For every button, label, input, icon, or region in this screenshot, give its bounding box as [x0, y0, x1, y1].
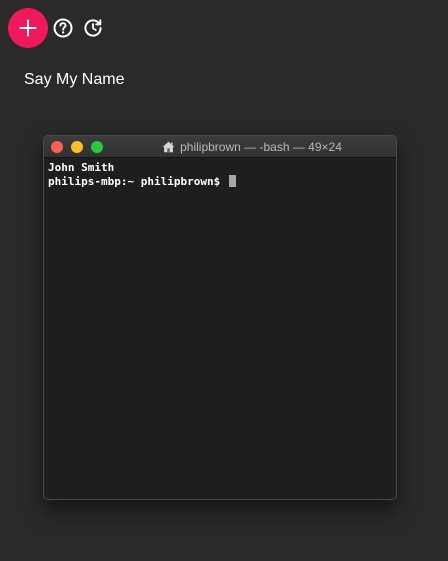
terminal-line: John Smith	[48, 161, 115, 174]
terminal-cursor	[228, 175, 236, 187]
terminal-window[interactable]: philipbrown — -bash — 49×24 John Smith p…	[43, 135, 397, 500]
terminal-prompt: philips-mbp:~ philipbrown$	[48, 175, 227, 188]
terminal-output[interactable]: John Smith philips-mbp:~ philipbrown$	[44, 158, 396, 192]
page-title: Say My Name	[24, 71, 125, 88]
terminal-title-wrap: philipbrown — -bash — 49×24	[116, 136, 388, 157]
home-icon	[162, 141, 175, 152]
add-button[interactable]	[8, 8, 48, 48]
plus-icon	[19, 19, 37, 37]
app-page: Say My Name philipbrown — -bash — 49×24 …	[0, 0, 448, 561]
window-minimize-button[interactable]	[71, 141, 83, 153]
history-button[interactable]	[83, 18, 103, 38]
help-button[interactable]	[53, 18, 73, 38]
help-circle-icon	[53, 18, 73, 38]
terminal-titlebar[interactable]: philipbrown — -bash — 49×24	[44, 136, 396, 158]
history-icon	[84, 19, 102, 37]
terminal-title: philipbrown — -bash — 49×24	[180, 139, 342, 154]
window-maximize-button[interactable]	[91, 141, 103, 153]
terminal-prompt-line: philips-mbp:~ philipbrown$	[48, 175, 392, 189]
window-close-button[interactable]	[51, 141, 63, 153]
